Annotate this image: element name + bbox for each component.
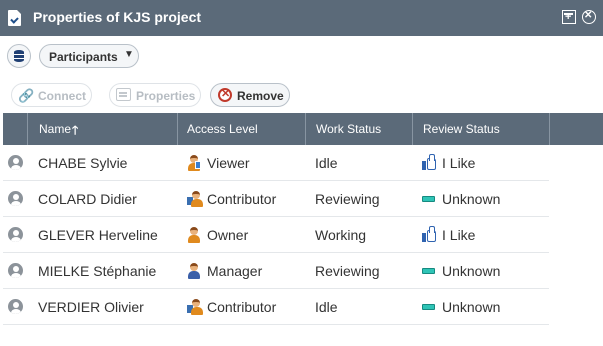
participant-name: CHABE Sylvie [38, 155, 128, 171]
column-header-review-label: Review Status [423, 122, 500, 136]
review-status: Unknown [442, 191, 501, 207]
participants-dropdown-label: Participants [49, 50, 118, 64]
table-row[interactable]: MIELKE Stéphanie Manager Reviewing Unkno… [3, 253, 549, 289]
thumbs-up-icon [421, 154, 437, 170]
sort-ascending-icon: 🡑 [72, 123, 79, 137]
title-bar: Properties of KJS project ✕ [0, 0, 603, 36]
work-status: Reviewing [315, 191, 380, 207]
properties-button[interactable]: Properties [109, 83, 201, 107]
unknown-status-icon [421, 300, 437, 314]
owner-icon [186, 227, 202, 243]
contributor-icon [186, 299, 203, 315]
work-status: Idle [315, 155, 338, 171]
user-icon [8, 155, 23, 170]
review-status: I Like [442, 227, 476, 243]
remove-button[interactable]: ✕ Remove [210, 83, 290, 107]
participant-name: COLARD Didier [38, 191, 137, 207]
maximize-icon[interactable] [562, 10, 576, 24]
work-status: Idle [315, 299, 338, 315]
work-status: Working [315, 227, 367, 243]
column-header-name[interactable]: Name 🡑 [27, 113, 177, 145]
table-row[interactable]: GLEVER Herveline Owner Working I Like [3, 217, 549, 253]
chevron-down-icon: ▼ [124, 49, 134, 60]
table-row[interactable]: CHABE Sylvie Viewer Idle I Like [3, 145, 549, 181]
link-icon: 🔗 [18, 88, 35, 103]
review-status: Unknown [442, 299, 501, 315]
access-level: Manager [207, 263, 263, 279]
manager-icon [186, 263, 202, 279]
column-header-extra [549, 113, 603, 145]
unknown-status-icon [421, 264, 437, 278]
database-icon [14, 50, 24, 62]
column-header-access-label: Access Level [187, 122, 258, 136]
viewer-icon [186, 155, 202, 171]
column-header-icon [3, 113, 27, 145]
thumbs-up-icon [421, 226, 437, 242]
participant-name: GLEVER Herveline [38, 227, 158, 243]
column-header-review[interactable]: Review Status [412, 113, 549, 145]
participants-dropdown[interactable]: Participants ▼ [39, 44, 139, 68]
grid-header: Name 🡑 Access Level Work Status Review S… [3, 113, 603, 145]
properties-label: Properties [136, 89, 196, 103]
connect-button[interactable]: 🔗 Connect [11, 83, 92, 107]
connect-label: Connect [38, 89, 86, 103]
column-header-work-label: Work Status [316, 122, 382, 136]
review-status: Unknown [442, 263, 501, 279]
column-header-name-label: Name [39, 122, 72, 136]
participant-name: MIELKE Stéphanie [38, 263, 157, 279]
document-icon [8, 10, 21, 26]
column-header-work[interactable]: Work Status [305, 113, 412, 145]
user-icon [8, 263, 23, 278]
access-level: Contributor [207, 191, 277, 207]
column-header-access[interactable]: Access Level [177, 113, 305, 145]
access-level: Viewer [207, 155, 250, 171]
access-level: Owner [207, 227, 249, 243]
properties-icon [116, 88, 131, 101]
user-icon [8, 299, 23, 314]
user-icon [8, 191, 23, 206]
review-status: I Like [442, 155, 476, 171]
window-title: Properties of KJS project [33, 9, 202, 25]
unknown-status-icon [421, 192, 437, 206]
contributor-icon [186, 191, 203, 207]
remove-icon: ✕ [218, 88, 232, 102]
database-button[interactable] [7, 44, 31, 68]
table-row[interactable]: VERDIER Olivier Contributor Idle Unknown [3, 289, 549, 325]
work-status: Reviewing [315, 263, 380, 279]
close-icon[interactable]: ✕ [582, 10, 596, 24]
access-level: Contributor [207, 299, 277, 315]
participant-name: VERDIER Olivier [38, 299, 144, 315]
remove-label: Remove [237, 89, 284, 103]
user-icon [8, 227, 23, 242]
table-row[interactable]: COLARD Didier Contributor Reviewing Unkn… [3, 181, 549, 217]
